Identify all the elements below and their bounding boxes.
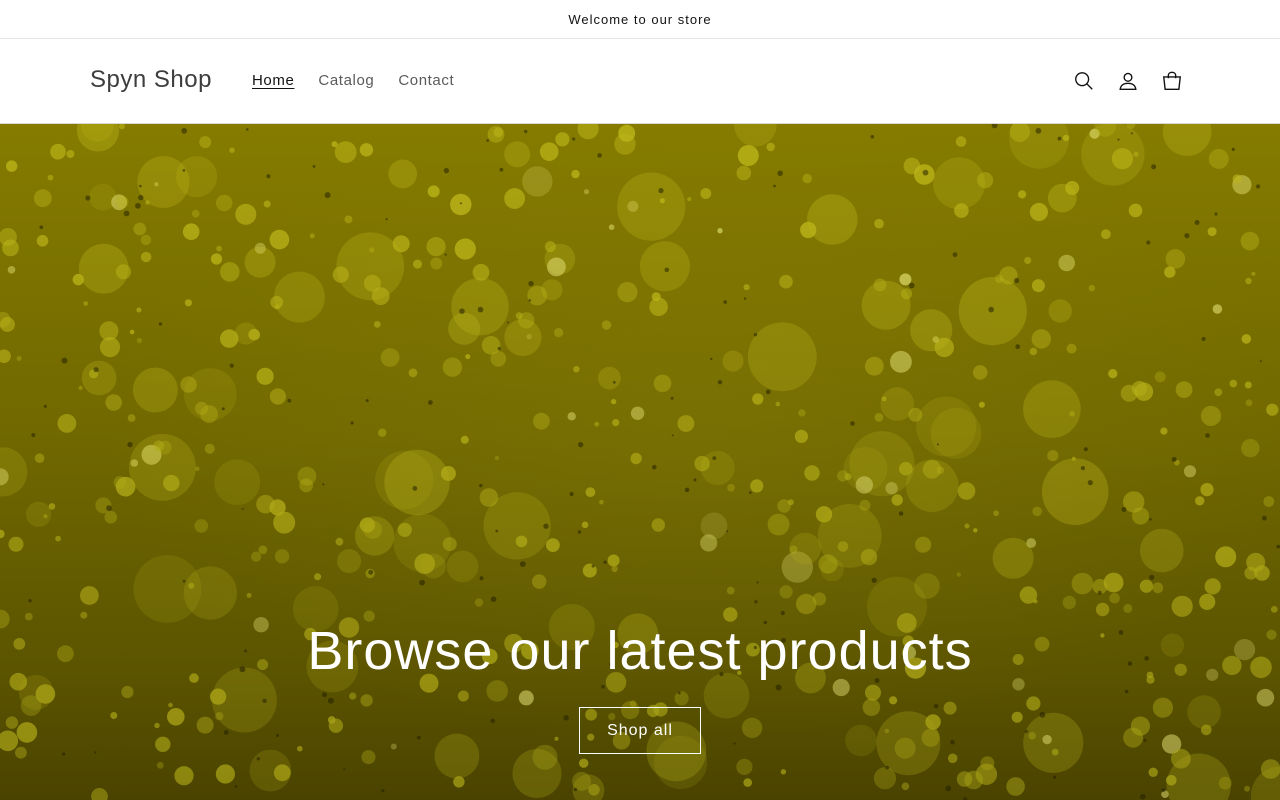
cart-button[interactable]: [1150, 59, 1194, 103]
cart-icon: [1162, 71, 1182, 90]
nav-item-home[interactable]: Home: [252, 72, 294, 89]
main-nav: Home Catalog Contact: [240, 72, 466, 89]
search-icon: [1075, 72, 1093, 90]
announcement-text: Welcome to our store: [568, 11, 712, 27]
account-button[interactable]: [1106, 59, 1150, 103]
hero-title: Browse our latest products: [307, 621, 973, 681]
shop-all-button[interactable]: Shop all: [579, 707, 701, 754]
store-logo[interactable]: Spyn Shop: [90, 66, 212, 94]
nav-item-contact[interactable]: Contact: [398, 72, 454, 89]
hero-overlay: [0, 124, 1280, 800]
account-icon: [1119, 72, 1137, 90]
site-header: Spyn Shop Home Catalog Contact: [0, 39, 1280, 124]
hero-banner: Browse our latest products Shop all: [0, 124, 1280, 800]
search-button[interactable]: [1062, 59, 1106, 103]
announcement-bar: Welcome to our store: [0, 0, 1280, 39]
nav-item-catalog[interactable]: Catalog: [318, 72, 374, 89]
